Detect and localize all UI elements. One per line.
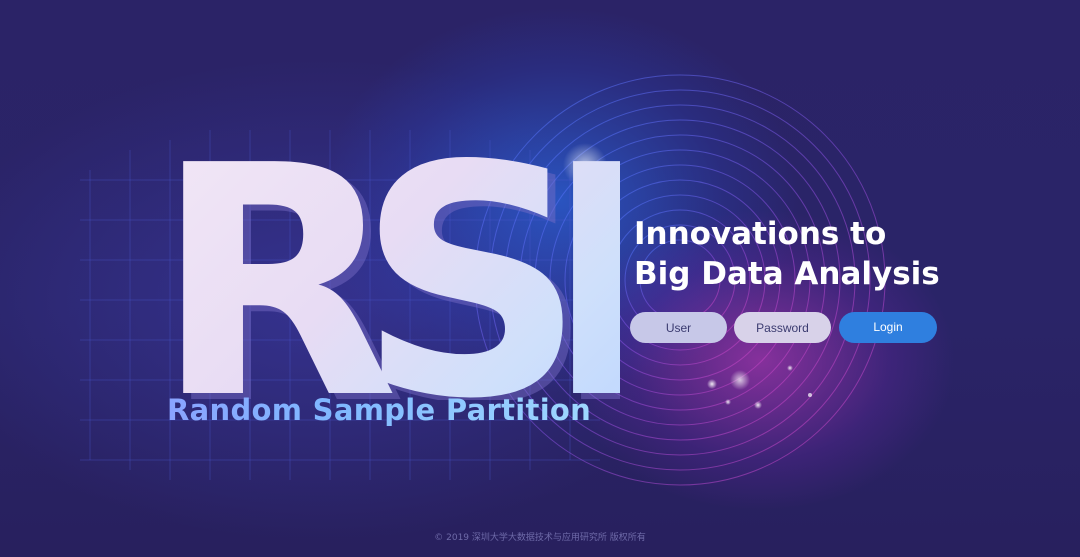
rsp-logo: RSP RSP <box>160 145 620 400</box>
logo-text: RSP <box>160 145 620 400</box>
login-page: RSP RSP Random Sample Partition Innovati… <box>0 0 1080 557</box>
subtitle: Random Sample Partition <box>167 393 592 427</box>
copyright-footer: © 2019 深圳大学大数据技术与应用研究所 版权所有 <box>434 533 646 543</box>
login-button[interactable]: Login <box>839 312 937 343</box>
headline-line-2: Big Data Analysis <box>634 256 940 292</box>
headline: Innovations to Big Data Analysis <box>634 214 940 294</box>
user-input[interactable] <box>630 312 727 343</box>
password-input[interactable] <box>734 312 831 343</box>
headline-line-1: Innovations to <box>634 216 887 252</box>
